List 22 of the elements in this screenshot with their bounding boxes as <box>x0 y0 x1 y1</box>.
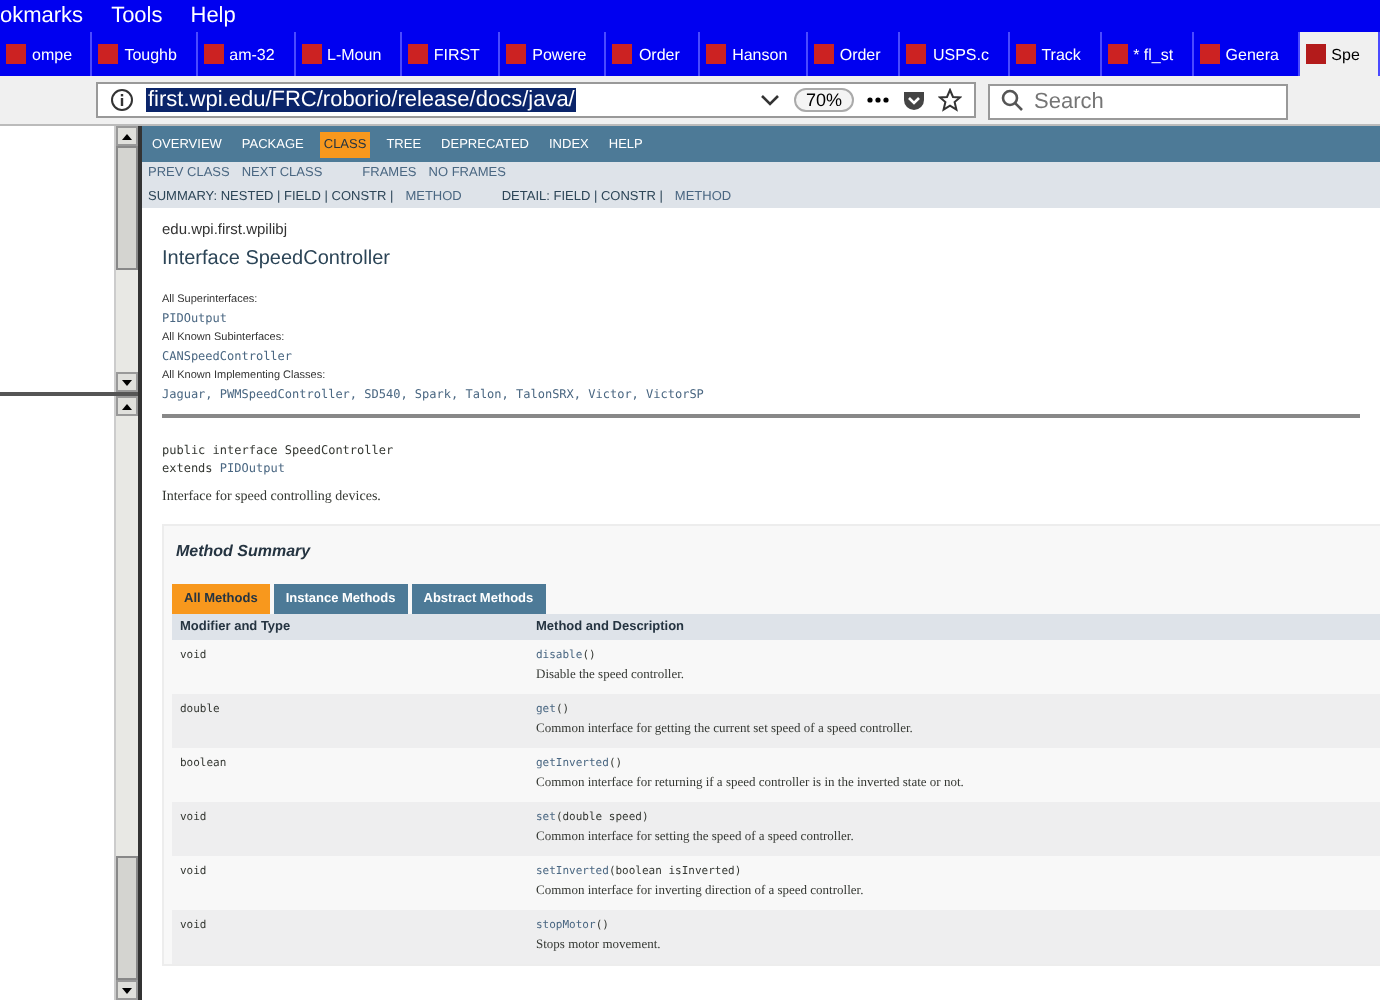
scrollbar[interactable] <box>114 126 138 392</box>
url-text: first.wpi.edu/FRC/roborio/release/docs/java/ <box>146 88 577 112</box>
star-icon[interactable] <box>938 88 962 112</box>
info-icon[interactable] <box>110 88 134 112</box>
scroll-down-icon[interactable] <box>116 980 138 1000</box>
search-icon <box>1000 88 1024 112</box>
scroll-thumb[interactable] <box>116 856 138 980</box>
browser-tab[interactable]: Spe <box>1299 32 1380 76</box>
menu-item[interactable]: okmarks <box>0 4 84 28</box>
page-title: Interface SpeedController <box>162 248 392 270</box>
address-field[interactable]: first.wpi.edu/FRC/roborio/release/docs/java/ 70% <box>96 82 976 118</box>
menu-item[interactable]: Tools <box>111 4 163 28</box>
pocket-icon[interactable] <box>902 88 926 112</box>
scroll-up-icon[interactable] <box>116 126 138 146</box>
zoom-level[interactable]: 70% <box>793 88 854 112</box>
scroll-thumb[interactable] <box>116 146 138 270</box>
scroll-down-icon[interactable] <box>116 372 138 392</box>
scroll-up-icon[interactable] <box>116 396 138 416</box>
search-field[interactable]: Search <box>988 84 1288 120</box>
menu-item[interactable]: Help <box>190 4 236 28</box>
section-title: Method Summary <box>176 542 313 560</box>
scrollbar[interactable] <box>114 396 138 1000</box>
